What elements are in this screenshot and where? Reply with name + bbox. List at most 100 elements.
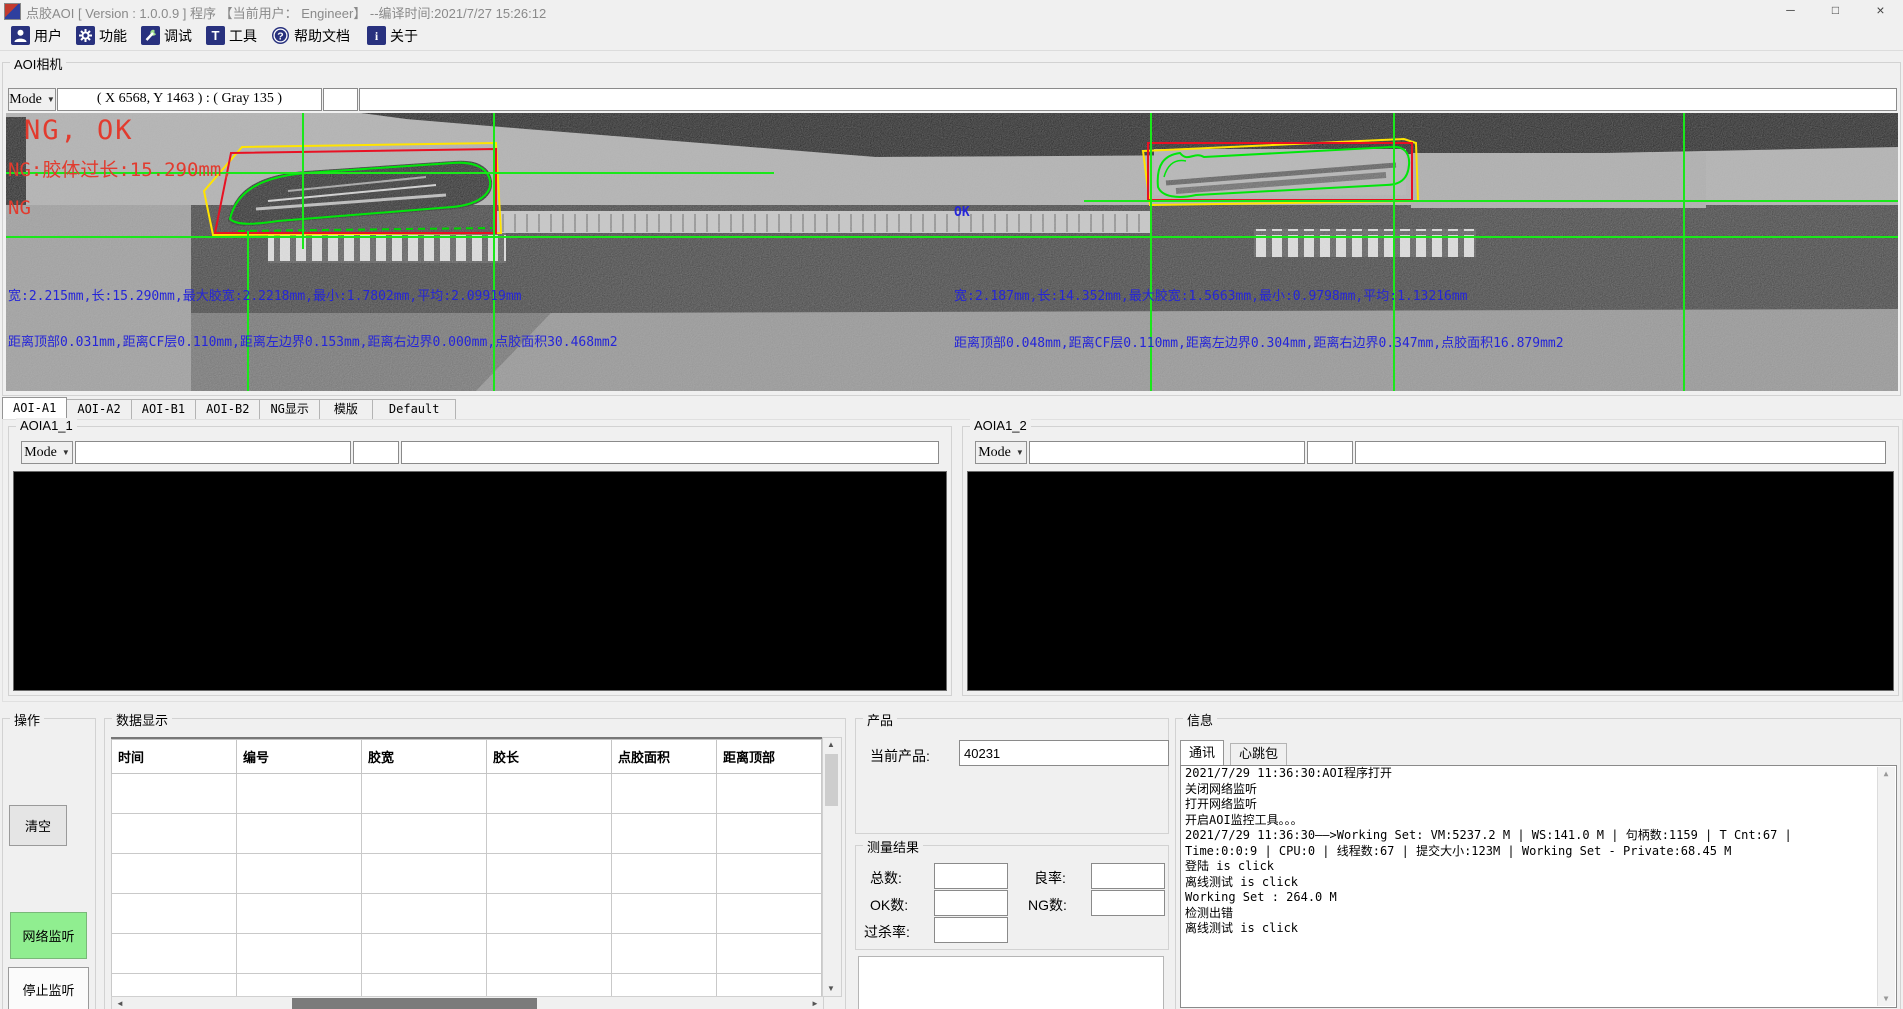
ng-count-field[interactable] (1091, 890, 1165, 916)
panel1-field-2[interactable] (353, 441, 399, 464)
table-vertical-scrollbar[interactable]: ▲ ▼ (822, 737, 842, 997)
selected-cell[interactable] (112, 774, 237, 814)
mode-label: Mode (978, 445, 1011, 461)
table-row[interactable] (112, 854, 822, 894)
scroll-down-icon[interactable]: ▼ (1878, 992, 1894, 1006)
data-table[interactable]: 时间 编号 胶宽 胶长 点胶面积 距离顶部 (111, 737, 822, 997)
table-row[interactable] (112, 774, 822, 814)
table-row[interactable] (112, 934, 822, 974)
current-product-label: 当前产品: (870, 746, 930, 766)
camera-coords-field[interactable]: ( X 6568, Y 1463 ) : ( Gray 135 ) (57, 88, 322, 111)
panel1-image-screen (13, 471, 947, 691)
scroll-right-icon[interactable]: ► (807, 997, 823, 1009)
menu-item-help[interactable]: ? 帮助文档 (266, 24, 355, 47)
yield-field[interactable] (1091, 863, 1165, 889)
tab-heartbeat[interactable]: 心跳包 (1230, 743, 1287, 766)
menu-item-tools[interactable]: T 工具 (201, 24, 262, 47)
panel2-field-3[interactable] (1355, 441, 1886, 464)
log-line: 开启AOI监控工具。。。 (1181, 813, 1896, 829)
data-display-group-label: 数据显示 (112, 710, 172, 729)
camera-image[interactable]: NG, OK NG:胶体过长:15.290mm, NG OK 宽:2.215mm… (6, 113, 1898, 391)
menu-item-about[interactable]: i 关于 (362, 24, 423, 47)
menu-item-debug[interactable]: 调试 (136, 24, 197, 47)
view-tabstrip: AOI-A1 AOI-A2 AOI-B1 AOI-B2 NG显示 模版 Defa… (2, 398, 456, 420)
overlay-left-metrics-1: 宽:2.215mm,长:15.290mm,最大胶宽:2.2218mm,最小:1.… (8, 285, 522, 304)
log-line: 2021/7/29 11:36:30:AOI程序打开 (1181, 766, 1896, 782)
panel1-field-3[interactable] (401, 441, 939, 464)
column-header-glue-area[interactable]: 点胶面积 (612, 740, 717, 774)
panel2-field-1[interactable] (1029, 441, 1305, 464)
table-horizontal-scrollbar[interactable]: ◄ ► (111, 996, 824, 1009)
user-icon (11, 26, 30, 45)
overlay-ng-reason: NG:胶体过长:15.290mm, (8, 155, 233, 182)
panel2-image-screen (967, 471, 1894, 691)
mode-label: Mode (9, 92, 42, 108)
total-label: 总数: (870, 868, 902, 888)
results-group: 测量结果 总数: 良率: OK数: NG数: 过杀率: (855, 845, 1169, 950)
total-field[interactable] (934, 863, 1008, 889)
comm-log[interactable]: 2021/7/29 11:36:30:AOI程序打开 关闭网络监听 打开网络监听… (1180, 765, 1897, 1008)
minimize-button[interactable]: ─ (1768, 0, 1813, 21)
panel-aoia1-1: AOIA1_1 Mode ▼ (8, 426, 952, 696)
ok-count-field[interactable] (934, 890, 1008, 916)
stop-listen-button[interactable]: 停止监听 (8, 967, 89, 1009)
chevron-down-icon: ▼ (1016, 448, 1024, 457)
overkill-field[interactable] (934, 917, 1008, 943)
mode-label: Mode (24, 445, 57, 461)
yield-label: 良率: (1034, 868, 1066, 888)
table-row[interactable] (112, 894, 822, 934)
maximize-button[interactable]: □ (1813, 0, 1858, 21)
tab-ng-display[interactable]: NG显示 (260, 399, 319, 420)
log-line: Working Set : 264.0 M (1181, 890, 1896, 906)
column-header-id[interactable]: 编号 (237, 740, 362, 774)
camera-long-field[interactable] (359, 88, 1897, 111)
scroll-down-icon[interactable]: ▼ (823, 982, 839, 996)
log-vertical-scrollbar[interactable]: ▲ ▼ (1877, 767, 1895, 1006)
current-product-input[interactable] (959, 740, 1169, 766)
tab-aoi-b1[interactable]: AOI-B1 (132, 399, 196, 420)
panel2-field-2[interactable] (1307, 441, 1353, 464)
camera-mode-dropdown[interactable]: Mode ▼ (8, 88, 56, 111)
results-note-panel (858, 956, 1164, 1009)
clear-button[interactable]: 清空 (9, 805, 67, 846)
log-line: 关闭网络监听 (1181, 782, 1896, 798)
scrollbar-thumb[interactable] (292, 998, 537, 1009)
tab-comm[interactable]: 通讯 (1180, 740, 1224, 765)
scrollbar-thumb[interactable] (825, 754, 838, 806)
scroll-up-icon[interactable]: ▲ (823, 738, 839, 752)
network-listen-button[interactable]: 网络监听 (10, 912, 87, 959)
tab-template[interactable]: 模版 (320, 399, 373, 420)
table-row[interactable] (112, 814, 822, 854)
log-line: 检测出错 (1181, 906, 1896, 922)
table-row[interactable] (112, 974, 822, 998)
menu-item-user[interactable]: 用户 (6, 24, 67, 47)
tab-aoi-b2[interactable]: AOI-B2 (196, 399, 260, 420)
svg-text:T: T (212, 28, 220, 43)
scroll-up-icon[interactable]: ▲ (1878, 767, 1894, 781)
menu-item-function[interactable]: 功能 (71, 24, 132, 47)
table-header-row: 时间 编号 胶宽 胶长 点胶面积 距离顶部 (112, 740, 822, 774)
product-group: 产品 当前产品: (855, 718, 1169, 834)
close-button[interactable]: × (1858, 0, 1903, 21)
tab-aoi-a2[interactable]: AOI-A2 (67, 399, 131, 420)
column-header-time[interactable]: 时间 (112, 740, 237, 774)
scroll-left-icon[interactable]: ◄ (112, 997, 128, 1009)
panel-label: AOIA1_2 (970, 418, 1031, 433)
panel1-mode-dropdown[interactable]: Mode ▼ (21, 441, 73, 464)
tab-aoi-a1[interactable]: AOI-A1 (2, 397, 67, 420)
panel1-field-1[interactable] (75, 441, 351, 464)
panel-label: AOIA1_1 (16, 418, 77, 433)
column-header-dist-top[interactable]: 距离顶部 (717, 740, 822, 774)
overlay-ok-label: OK (954, 205, 970, 220)
column-header-glue-length[interactable]: 胶长 (487, 740, 612, 774)
tab-default[interactable]: Default (373, 399, 457, 420)
panel2-mode-dropdown[interactable]: Mode ▼ (975, 441, 1027, 464)
camera-small-field[interactable] (323, 88, 358, 111)
camera-group: AOI相机 Mode ▼ ( X 6568, Y 1463 ) : ( Gray… (2, 62, 1901, 396)
app-window: 点胶AOI [ Version : 1.0.0.9 ] 程序 【当前用户： En… (0, 0, 1903, 1009)
operations-group-label: 操作 (10, 710, 44, 729)
camera-group-label: AOI相机 (10, 54, 66, 73)
column-header-glue-width[interactable]: 胶宽 (362, 740, 487, 774)
log-line: Time:0:0:9 | CPU:0 | 线程数:67 | 提交大小:123M … (1181, 844, 1896, 860)
overlay-right-metrics-2: 距离顶部0.048mm,距离CF层0.110mm,距离左边界0.304mm,距离… (954, 332, 1564, 351)
